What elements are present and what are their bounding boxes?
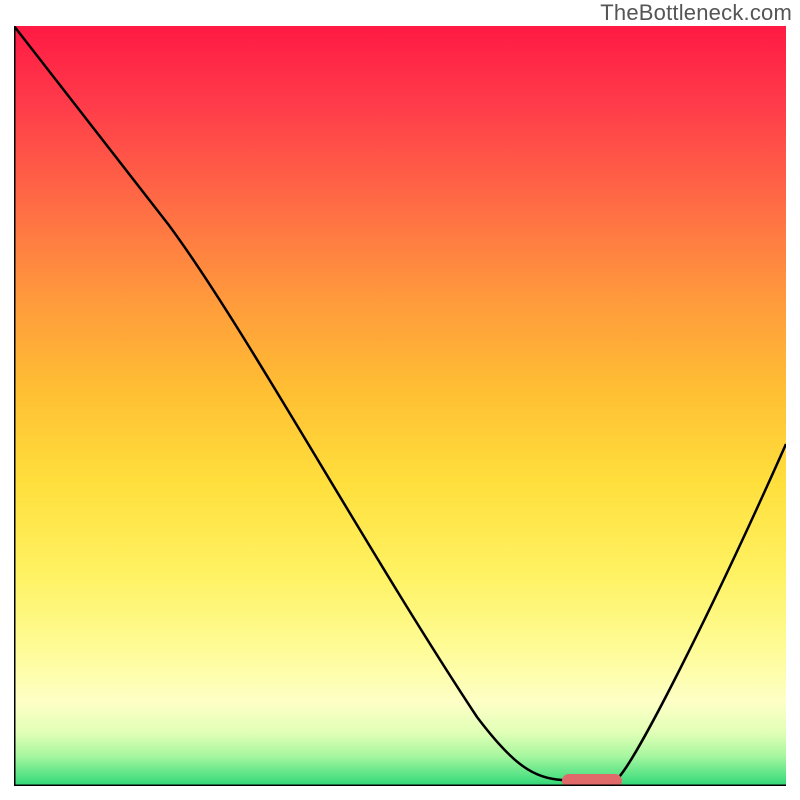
bottleneck-curve (14, 26, 786, 780)
plot-area (14, 26, 786, 786)
chart-container: TheBottleneck.com (0, 0, 800, 800)
optimal-marker (562, 774, 622, 786)
watermark-text: TheBottleneck.com (600, 0, 792, 26)
chart-svg (14, 26, 786, 786)
